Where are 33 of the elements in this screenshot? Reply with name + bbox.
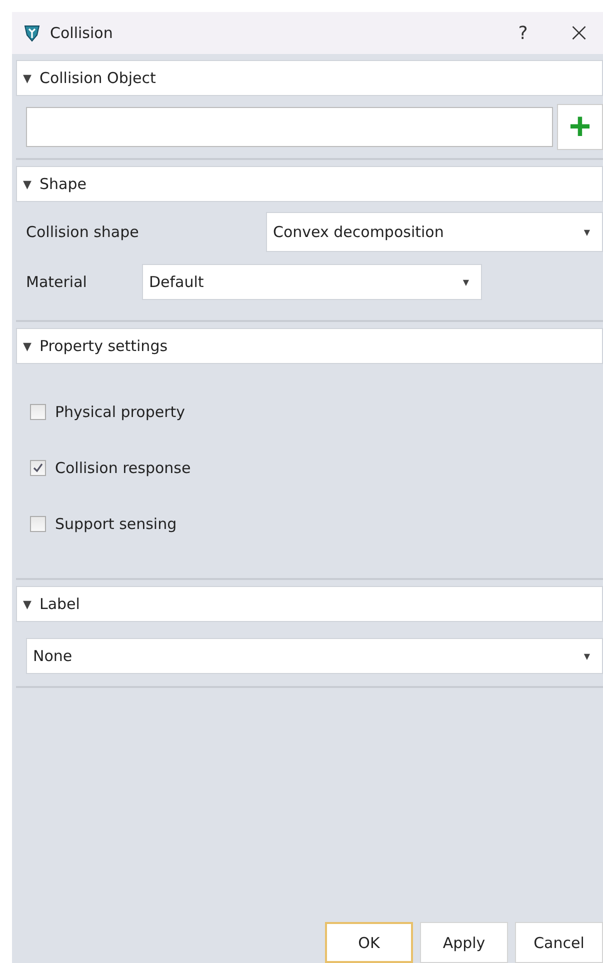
- dialog-button[interactable]: Apply: [420, 922, 508, 963]
- checkbox[interactable]: [30, 516, 46, 532]
- section-title: Shape: [39, 175, 86, 193]
- object-input-field[interactable]: [26, 107, 553, 147]
- field-label: Collision shape: [26, 223, 140, 241]
- dropdown[interactable]: Default ▼: [142, 264, 482, 300]
- section-title: Collision Object: [39, 69, 156, 87]
- section-title: Label: [39, 595, 80, 613]
- checkbox[interactable]: [30, 404, 46, 420]
- field-label: Material: [26, 273, 88, 291]
- expand-toggle[interactable]: ▼: [23, 178, 32, 190]
- section-header[interactable]: ▼ Property settings: [16, 328, 603, 364]
- check-icon: [32, 462, 44, 474]
- expand-toggle[interactable]: ▼: [23, 340, 32, 352]
- dropdown[interactable]: None ▼: [26, 638, 603, 674]
- checkbox[interactable]: [30, 460, 46, 476]
- expand-toggle[interactable]: ▼: [23, 598, 32, 610]
- help-button[interactable]: ?: [499, 13, 547, 53]
- dialog-button[interactable]: Cancel: [515, 922, 603, 963]
- add-button[interactable]: +: [557, 104, 603, 150]
- checkbox-label: Support sensing: [55, 515, 177, 533]
- section-header[interactable]: ▼ Label: [16, 586, 603, 622]
- close-button[interactable]: ×: [555, 13, 603, 53]
- section-header[interactable]: ▼ Shape: [16, 166, 603, 202]
- dropdown[interactable]: Convex decomposition ▼: [266, 212, 603, 252]
- section-title: Property settings: [39, 337, 168, 355]
- checkbox-label: Physical property: [55, 403, 185, 421]
- window-title: Collision: [50, 24, 113, 42]
- app-logo-icon: [22, 23, 42, 43]
- dialog-button[interactable]: OK: [325, 922, 413, 963]
- checkbox-label: Collision response: [55, 459, 191, 477]
- section-header[interactable]: ▼ Collision Object: [16, 60, 603, 96]
- expand-toggle[interactable]: ▼: [23, 72, 32, 84]
